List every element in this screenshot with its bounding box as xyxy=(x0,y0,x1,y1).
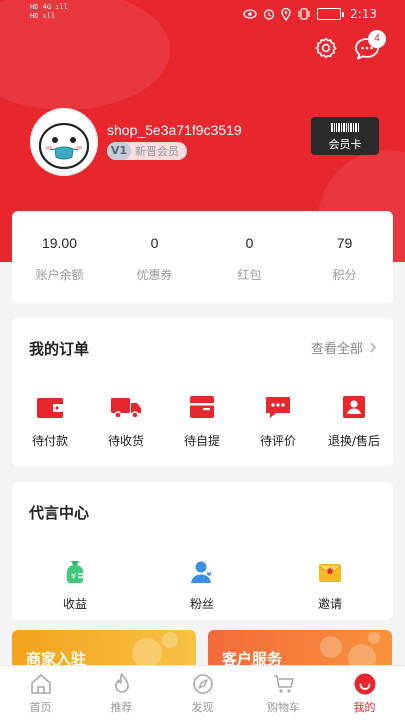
merchant-join-banner[interactable]: 商家入驻 xyxy=(12,630,196,670)
spokes-earnings[interactable]: ¥ 收益 xyxy=(35,558,115,612)
spokes-label: 收益 xyxy=(62,597,87,611)
tab-home[interactable]: 首页 xyxy=(0,672,81,715)
truck-icon xyxy=(111,398,141,419)
fans-icon xyxy=(191,561,213,583)
tab-label: 首页 xyxy=(29,701,52,714)
chevron-right-icon xyxy=(370,342,376,353)
vip-card-button[interactable]: 会员卡 xyxy=(311,117,379,155)
order-label: 待评价 xyxy=(259,434,296,448)
bottom-tab-bar: 首页 推荐 发现 购物车 我的 xyxy=(0,665,405,720)
order-after-sales[interactable]: 退换/售后 xyxy=(316,394,392,449)
spokes-invite[interactable]: 邀请 xyxy=(290,558,370,612)
order-label: 待自提 xyxy=(183,434,220,448)
stat-label: 账户余额 xyxy=(35,268,84,282)
tab-cart[interactable]: 购物车 xyxy=(243,672,324,715)
gear-icon[interactable] xyxy=(314,36,338,60)
message-count-badge: 4 xyxy=(368,30,386,48)
avatar[interactable] xyxy=(30,108,98,176)
member-level-badge: V1 新晋会员 xyxy=(107,142,187,160)
tab-mine[interactable]: 我的 xyxy=(324,672,405,715)
vip-card-label: 会员卡 xyxy=(328,138,362,151)
stat-value: 0 xyxy=(245,235,254,251)
badge-icon xyxy=(343,396,365,418)
mascot-avatar-image xyxy=(30,108,98,176)
my-orders-card: 我的订单 查看全部 待付款 待收货 待自提 待评价 退换/售后 xyxy=(12,318,393,466)
barcode-icon xyxy=(311,123,379,132)
order-pending-receipt[interactable]: 待收货 xyxy=(88,394,164,449)
svg-text:¥: ¥ xyxy=(71,572,76,581)
profile-icon xyxy=(354,673,375,695)
money-bag-icon: ¥ xyxy=(67,561,86,583)
order-pending-pickup[interactable]: 待自提 xyxy=(164,394,240,449)
clock-time: 2:13 xyxy=(350,7,377,21)
tab-discover[interactable]: 发现 xyxy=(162,672,243,715)
order-pending-payment[interactable]: 待付款 xyxy=(12,394,88,449)
stat-value: 0 xyxy=(150,235,159,251)
spokes-title: 代言中心 xyxy=(29,504,90,522)
invite-envelope-icon xyxy=(318,564,342,582)
stat-label: 红包 xyxy=(237,268,262,282)
tab-label: 发现 xyxy=(191,701,214,714)
wallet-icon xyxy=(37,398,63,418)
status-bar: HD 4G ıll HD ıll 2:13 xyxy=(0,0,405,28)
home-icon xyxy=(30,674,51,694)
flame-icon xyxy=(114,673,129,693)
customer-service-banner[interactable]: 客户服务 xyxy=(208,630,392,670)
compass-icon xyxy=(192,674,213,694)
spokesperson-center-card: 代言中心 ¥ 收益 粉丝 邀请 xyxy=(12,482,393,620)
account-stats-card: 19.00 账户余额 0 优惠券 0 红包 79 积分 xyxy=(12,211,393,303)
cart-icon xyxy=(273,675,294,693)
level-tag: V1 xyxy=(107,142,131,160)
vibrate-icon xyxy=(298,8,310,20)
stat-value: 19.00 xyxy=(41,235,78,251)
spokes-label: 粉丝 xyxy=(189,597,214,611)
stat-value: 79 xyxy=(336,235,353,251)
eye-icon xyxy=(243,9,257,19)
spokes-label: 邀请 xyxy=(317,597,342,611)
box-icon xyxy=(190,396,214,418)
comment-icon xyxy=(266,397,290,418)
orders-title: 我的订单 xyxy=(29,340,90,358)
battery-icon xyxy=(317,8,342,20)
order-label: 待付款 xyxy=(31,434,68,448)
signal-indicators: HD 4G ıll HD ıll xyxy=(30,3,68,20)
username: shop_5e3a71f9c3519 xyxy=(107,122,242,138)
stat-label: 积分 xyxy=(332,268,357,282)
see-all-orders-link[interactable]: 查看全部 xyxy=(311,338,377,357)
alarm-icon xyxy=(263,9,275,20)
tab-recommend[interactable]: 推荐 xyxy=(81,672,162,715)
tab-label: 我的 xyxy=(353,701,376,714)
tab-label: 购物车 xyxy=(267,701,300,714)
location-icon xyxy=(281,7,291,21)
spokes-fans[interactable]: 粉丝 xyxy=(162,558,242,612)
order-pending-review[interactable]: 待评价 xyxy=(240,394,316,449)
status-icons: 2:13 xyxy=(243,7,377,21)
order-label: 待收货 xyxy=(107,434,144,448)
order-label: 退换/售后 xyxy=(327,434,381,448)
level-name: 新晋会员 xyxy=(135,145,179,158)
stat-label: 优惠券 xyxy=(136,268,173,282)
tab-label: 推荐 xyxy=(110,701,133,714)
